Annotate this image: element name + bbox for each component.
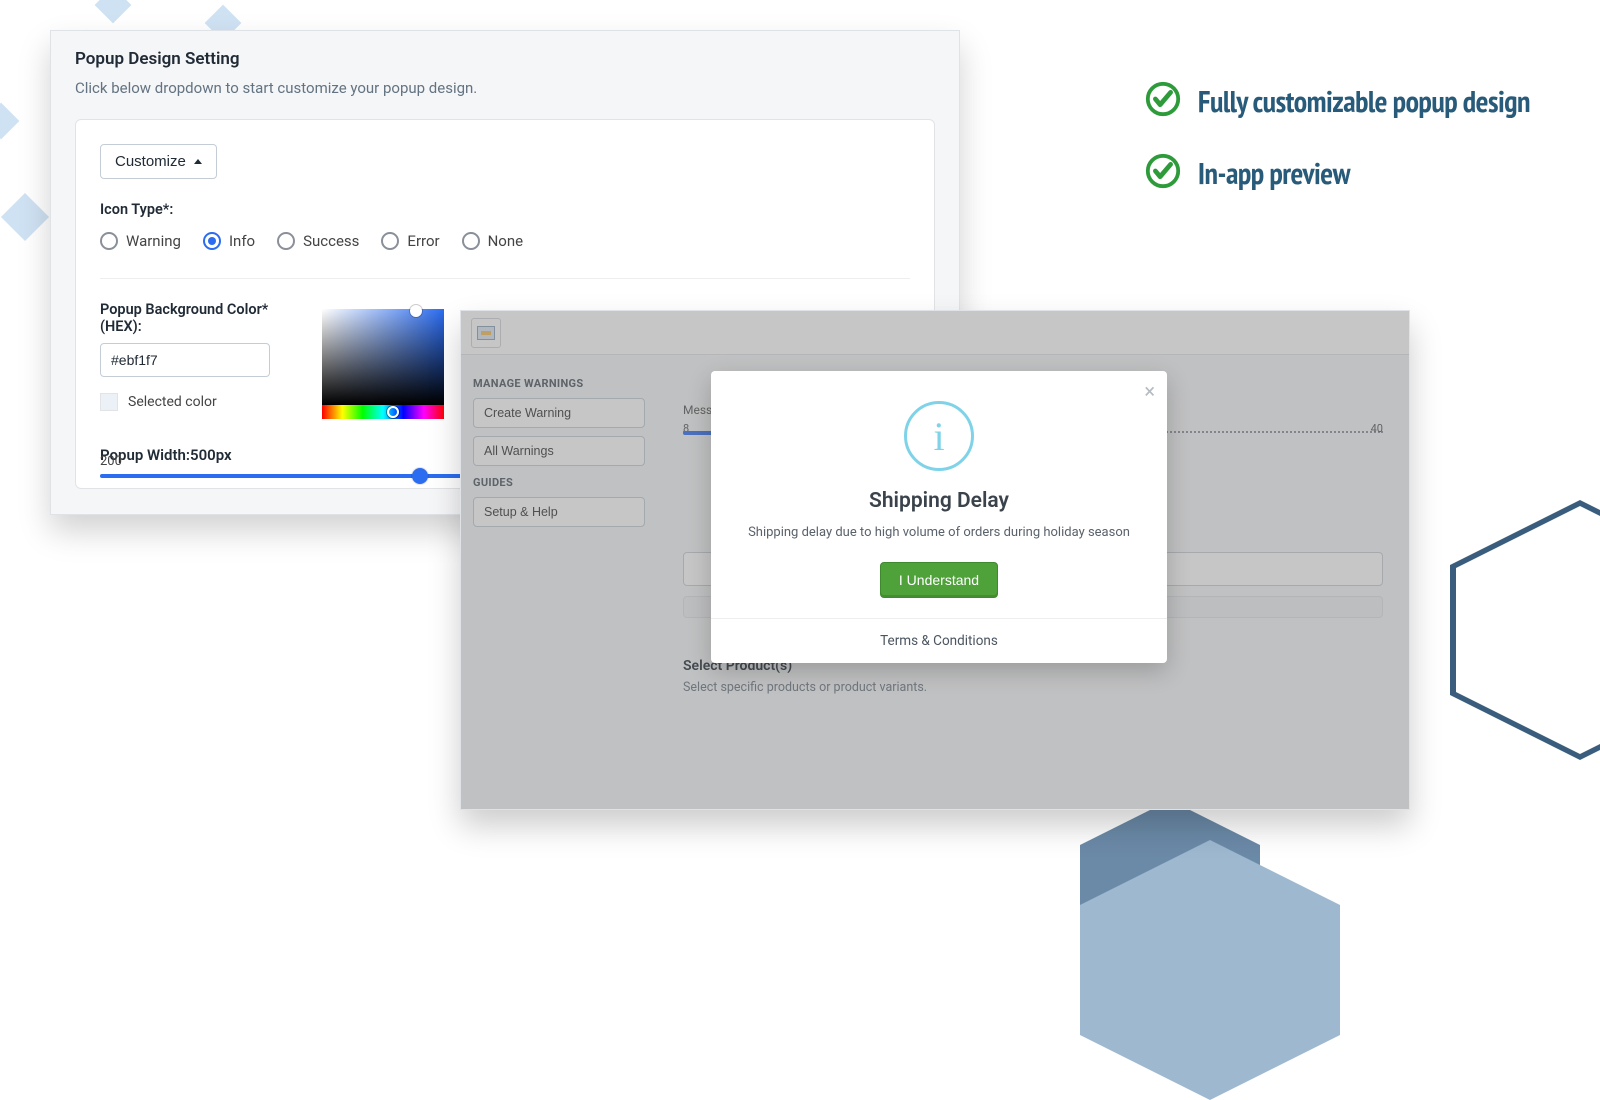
color-picker-handle[interactable] bbox=[410, 305, 422, 317]
caret-up-icon bbox=[194, 159, 202, 164]
color-picker-hue[interactable] bbox=[322, 405, 444, 419]
popup-close-icon[interactable]: × bbox=[1144, 381, 1155, 401]
feature-text-2: In-app preview bbox=[1198, 154, 1350, 193]
panel-description: Click below dropdown to start customize … bbox=[75, 79, 935, 97]
checkmark-icon bbox=[1144, 152, 1182, 194]
popup-width-thumb[interactable] bbox=[412, 468, 428, 484]
radio-warning[interactable]: Warning bbox=[100, 232, 181, 250]
feature-row-1: Fully customizable popup design bbox=[1144, 80, 1530, 122]
bg-color-label: Popup Background Color*(HEX): bbox=[100, 301, 300, 335]
customize-dropdown-label: Customize bbox=[115, 153, 186, 170]
color-picker-gradient[interactable] bbox=[322, 309, 444, 405]
color-picker[interactable] bbox=[322, 309, 444, 419]
popup-message: Shipping delay due to high volume of ord… bbox=[737, 525, 1141, 540]
checkmark-icon bbox=[1144, 80, 1182, 122]
panel-title: Popup Design Setting bbox=[75, 49, 935, 69]
bg-color-input[interactable] bbox=[100, 343, 270, 377]
icon-type-radiogroup: Warning Info Success Error None bbox=[100, 232, 910, 250]
radio-none[interactable]: None bbox=[462, 232, 524, 250]
popup-title: Shipping Delay bbox=[737, 489, 1141, 513]
preview-popup: × i Shipping Delay Shipping delay due to… bbox=[711, 371, 1167, 663]
hue-handle[interactable] bbox=[387, 406, 399, 418]
feature-list: Fully customizable popup design In-app p… bbox=[1144, 80, 1530, 224]
feature-text-1: Fully customizable popup design bbox=[1198, 82, 1530, 121]
popup-footer-link[interactable]: Terms & Conditions bbox=[711, 618, 1167, 663]
selected-color-label: Selected color bbox=[128, 394, 217, 410]
preview-panel: MANAGE WARNINGS Create Warning All Warni… bbox=[460, 310, 1410, 810]
radio-info[interactable]: Info bbox=[203, 232, 255, 250]
customize-dropdown[interactable]: Customize bbox=[100, 144, 217, 179]
icon-type-label: Icon Type*: bbox=[100, 201, 910, 218]
info-icon: i bbox=[904, 401, 974, 471]
radio-success[interactable]: Success bbox=[277, 232, 359, 250]
popup-width-min: 200 bbox=[100, 454, 122, 469]
radio-error[interactable]: Error bbox=[381, 232, 439, 250]
popup-confirm-button[interactable]: I Understand bbox=[880, 562, 998, 598]
feature-row-2: In-app preview bbox=[1144, 152, 1530, 194]
selected-color-swatch bbox=[100, 393, 118, 411]
divider bbox=[100, 278, 910, 279]
